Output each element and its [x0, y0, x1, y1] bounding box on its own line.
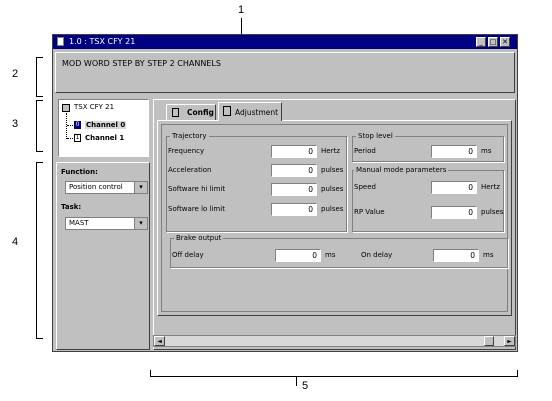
tree-connector: [66, 113, 68, 139]
tab-adjustment[interactable]: Adjustment: [218, 102, 282, 121]
minimize-button[interactable]: _: [476, 37, 486, 47]
task-value: MAST: [69, 219, 89, 227]
frequency-label: Frequency: [168, 147, 205, 155]
manual-mode-title: Manual mode parameters: [354, 166, 449, 174]
stop-level-title: Stop level: [356, 132, 395, 140]
function-select[interactable]: Position control ▾: [65, 181, 148, 194]
window-icon: [57, 37, 64, 46]
acceleration-input[interactable]: 0: [271, 164, 317, 177]
rp-value-label: RP Value: [354, 208, 385, 216]
callout-4: 4: [12, 236, 19, 248]
channel-1-label[interactable]: Channel 1: [85, 134, 124, 142]
chevron-down-icon[interactable]: ▾: [134, 182, 147, 193]
module-icon: [62, 104, 70, 112]
off-delay-label: Off delay: [172, 251, 204, 259]
callout-2: 2: [12, 68, 19, 80]
tab-config-label: Config: [187, 108, 214, 117]
trajectory-title: Trajectory: [170, 132, 209, 140]
rp-value-input[interactable]: 0: [431, 206, 477, 219]
callout-5-bracket: [150, 370, 518, 377]
tab-adjustment-label: Adjustment: [235, 108, 279, 117]
off-delay-unit: ms: [325, 251, 336, 259]
stop-level-group: Stop level Period 0 ms: [352, 132, 504, 162]
channel-0-label[interactable]: Channel 0: [85, 121, 127, 129]
parameters-panel: Config Adjustment Trajectory Frequency 0…: [153, 99, 516, 350]
on-delay-label: On delay: [361, 251, 393, 259]
chevron-down-icon[interactable]: ▾: [134, 218, 147, 229]
window-title: 1.0 : TSX CFY 21: [69, 37, 136, 46]
function-panel: Function: Position control ▾ Task: MAST …: [56, 162, 150, 350]
acceleration-label: Acceleration: [168, 166, 212, 174]
sw-hi-limit-unit: pulses: [321, 185, 344, 193]
sw-hi-limit-label: Software hi limit: [168, 185, 226, 193]
sw-hi-limit-input[interactable]: 0: [271, 183, 317, 196]
callout-5: 5: [302, 380, 309, 392]
period-input[interactable]: 0: [431, 145, 477, 158]
adjustment-icon: [223, 106, 231, 116]
speed-unit: Hertz: [481, 183, 500, 191]
channel-0-icon: 0: [74, 121, 81, 129]
tree-branch-1: [67, 138, 73, 139]
tree-root-label[interactable]: TSX CFY 21: [74, 103, 114, 111]
speed-label: Speed: [354, 183, 376, 191]
function-label: Function:: [61, 168, 98, 176]
title-bar[interactable]: 1.0 : TSX CFY 21 _ □ ✕: [53, 35, 517, 49]
sw-lo-limit-input[interactable]: 0: [271, 203, 317, 216]
on-delay-unit: ms: [483, 251, 494, 259]
channel-1-icon: 1: [74, 134, 81, 142]
brake-output-title: Brake output: [174, 234, 224, 242]
period-label: Period: [354, 147, 376, 155]
speed-input[interactable]: 0: [431, 181, 477, 194]
scroll-left-button[interactable]: ◄: [154, 336, 165, 346]
tab-config[interactable]: Config: [166, 104, 216, 120]
scroll-thumb[interactable]: [484, 336, 494, 346]
acceleration-unit: pulses: [321, 166, 344, 174]
config-icon: [172, 108, 179, 117]
tab-inner-frame: Trajectory Frequency 0 Hertz Acceleratio…: [161, 124, 508, 312]
sw-lo-limit-label: Software lo limit: [168, 205, 225, 213]
manual-mode-group: Manual mode parameters Speed 0 Hertz RP …: [352, 166, 504, 232]
callout-4-bracket: [36, 162, 43, 339]
frequency-input[interactable]: 0: [271, 145, 317, 158]
description-panel: MOD WORD STEP BY STEP 2 CHANNELS: [55, 52, 515, 93]
off-delay-input[interactable]: 0: [275, 249, 321, 262]
sw-lo-limit-unit: pulses: [321, 205, 344, 213]
callout-2-bracket: [36, 57, 43, 97]
brake-output-group: Brake output Off delay 0 ms On delay 0 m…: [170, 234, 508, 268]
frequency-unit: Hertz: [321, 147, 340, 155]
horizontal-scrollbar[interactable]: ◄ ►: [153, 335, 516, 347]
task-select[interactable]: MAST ▾: [65, 217, 148, 230]
callout-3-bracket: [36, 100, 43, 152]
task-label: Task:: [61, 203, 82, 211]
tab-content: Trajectory Frequency 0 Hertz Acceleratio…: [157, 120, 512, 316]
period-unit: ms: [481, 147, 492, 155]
callout-3: 3: [12, 118, 19, 130]
rp-value-unit: pulses: [481, 208, 504, 216]
module-tree: TSX CFY 21 0 Channel 0 1 Channel 1: [58, 99, 149, 157]
module-description: MOD WORD STEP BY STEP 2 CHANNELS: [62, 59, 221, 68]
module-window: 1.0 : TSX CFY 21 _ □ ✕ MOD WORD STEP BY …: [52, 34, 518, 352]
maximize-button[interactable]: □: [488, 37, 498, 47]
function-value: Position control: [69, 183, 123, 191]
on-delay-input[interactable]: 0: [433, 249, 479, 262]
close-button[interactable]: ✕: [500, 37, 510, 47]
trajectory-group: Trajectory Frequency 0 Hertz Acceleratio…: [166, 132, 347, 232]
callout-1: 1: [238, 4, 245, 16]
tree-branch-0: [67, 125, 73, 126]
callout-5-line: [296, 376, 297, 386]
scroll-right-button[interactable]: ►: [504, 336, 515, 346]
